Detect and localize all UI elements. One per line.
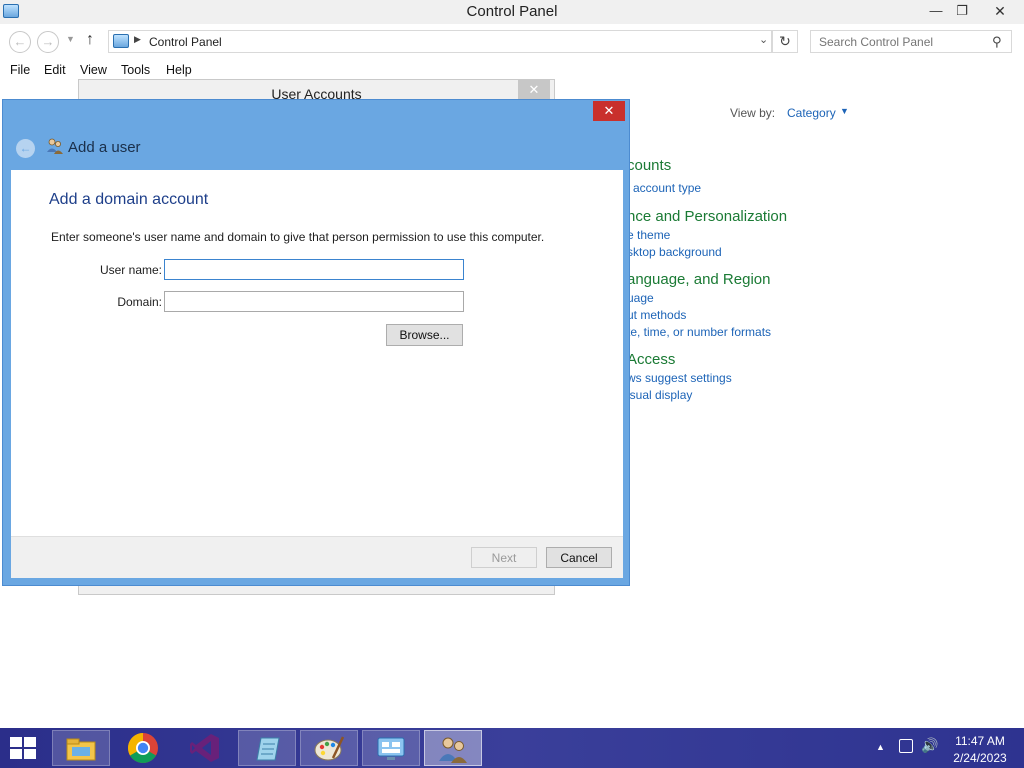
page-heading: Add a domain account — [49, 191, 209, 208]
menu-tools[interactable]: Tools — [121, 63, 150, 77]
category-link[interactable]: te, time, or number formats — [627, 325, 771, 339]
domain-field[interactable] — [164, 291, 464, 312]
title-bar: Control Panel — ❐ ✕ — [0, 0, 1024, 24]
username-field[interactable] — [164, 259, 464, 280]
category-link[interactable]: isual display — [627, 388, 692, 402]
control-panel-icon[interactable] — [362, 730, 420, 766]
forward-button[interactable]: → — [37, 31, 59, 53]
category-title-ease-of-access[interactable]: Access — [627, 351, 675, 368]
category-link[interactable]: sktop background — [627, 245, 722, 259]
search-box[interactable]: ⚲ — [810, 30, 1012, 53]
dialog-footer: Next Cancel — [11, 536, 623, 578]
show-hidden-icons-icon[interactable]: ▲ — [876, 742, 885, 752]
dialog-content: Add a domain account Enter someone's use… — [11, 170, 623, 578]
up-arrow-icon[interactable]: ↑ — [86, 31, 94, 49]
recent-locations-icon[interactable]: ▼ — [66, 34, 75, 44]
category-title-appearance[interactable]: nce and Personalization — [627, 208, 787, 225]
control-panel-icon — [113, 34, 129, 48]
paint-icon[interactable] — [300, 730, 358, 766]
windows-start-icon[interactable] — [10, 737, 38, 761]
add-user-dialog: ✕ ← Add a user Add a domain account Ente… — [2, 99, 630, 586]
address-field[interactable]: ▶ Control Panel ⌄ — [108, 30, 772, 53]
clock-time[interactable]: 11:47 AM — [948, 734, 1012, 748]
menu-help[interactable]: Help — [166, 63, 192, 77]
category-link[interactable]: uage — [627, 291, 654, 305]
search-icon[interactable]: ⚲ — [992, 34, 1002, 50]
category-link[interactable]: account type — [633, 181, 701, 195]
domain-label: Domain: — [117, 295, 162, 309]
visual-studio-icon[interactable] — [176, 730, 234, 766]
user-accounts-icon[interactable] — [424, 730, 482, 766]
menu-view[interactable]: View — [80, 63, 107, 77]
refresh-button[interactable]: ↻ — [772, 30, 798, 53]
close-button[interactable]: ✕ — [983, 0, 1017, 22]
view-by-label: View by: — [730, 106, 776, 120]
window-title: Control Panel — [466, 3, 558, 20]
address-breadcrumb[interactable]: Control Panel — [149, 35, 222, 49]
chrome-icon[interactable] — [114, 730, 172, 766]
instruction-text: Enter someone's user name and domain to … — [51, 230, 545, 244]
minimize-button[interactable]: — — [924, 0, 948, 22]
menu-edit[interactable]: Edit — [44, 63, 66, 77]
file-explorer-icon[interactable] — [52, 730, 110, 766]
category-link[interactable]: ut methods — [627, 308, 686, 322]
username-label: User name: — [99, 263, 162, 277]
menu-file[interactable]: File — [10, 63, 30, 77]
browse-button[interactable]: Browse... — [386, 324, 463, 346]
category-link[interactable]: e theme — [627, 228, 670, 242]
notepad-icon[interactable] — [238, 730, 296, 766]
close-button[interactable]: ✕ — [593, 101, 625, 121]
restore-button[interactable]: ❐ — [950, 0, 974, 22]
clock-date[interactable]: 2/24/2023 — [948, 751, 1012, 765]
category-title-user-accounts[interactable]: counts — [627, 157, 671, 174]
back-button[interactable]: ← — [9, 31, 31, 53]
volume-icon[interactable]: 🔊 — [921, 737, 938, 754]
chevron-down-icon[interactable]: ⌄ — [759, 33, 768, 46]
dialog-title: Add a user — [68, 139, 141, 156]
close-button[interactable]: ✕ — [518, 80, 550, 100]
search-input[interactable] — [811, 31, 989, 52]
taskbar: ▲ 🔊 11:47 AM 2/24/2023 — [0, 728, 1024, 768]
category-link[interactable]: ws suggest settings — [627, 371, 732, 385]
network-icon[interactable] — [899, 739, 913, 753]
next-button[interactable]: Next — [471, 547, 537, 568]
back-arrow-icon[interactable]: ← — [16, 139, 35, 158]
view-by-dropdown[interactable]: Category — [787, 106, 836, 120]
users-icon — [47, 138, 63, 154]
chevron-right-icon[interactable]: ▶ — [134, 34, 141, 45]
cancel-button[interactable]: Cancel — [546, 547, 612, 568]
caret-down-icon[interactable]: ▼ — [840, 106, 849, 116]
address-bar-row: ← → ▼ ↑ ▶ Control Panel ⌄ ↻ ⚲ — [0, 26, 1024, 58]
category-title-clock-language-region[interactable]: anguage, and Region — [627, 271, 770, 288]
